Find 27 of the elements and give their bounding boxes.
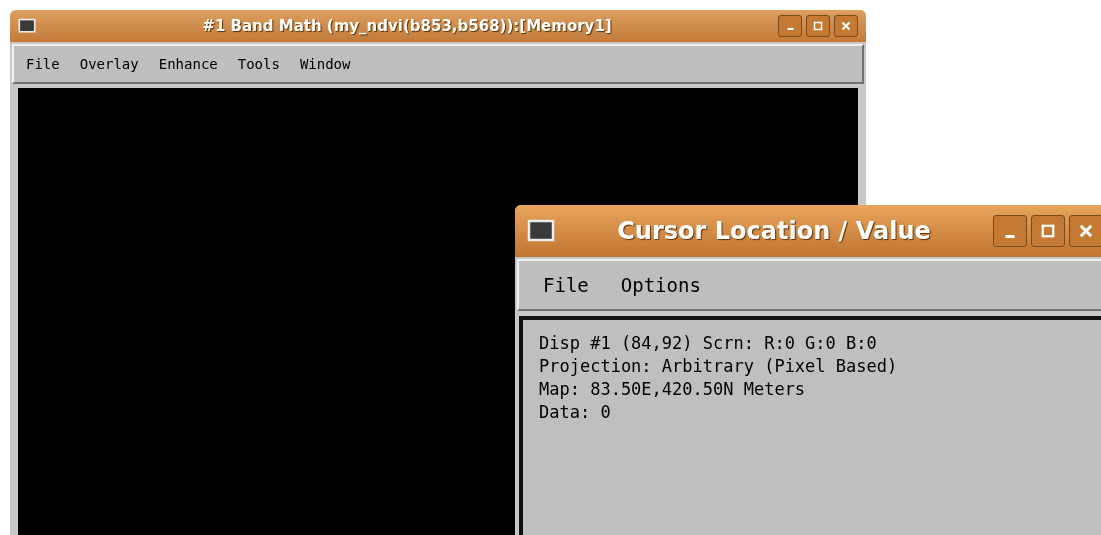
close-icon (1077, 222, 1095, 240)
text-line: Projection: Arbitrary (Pixel Based) (539, 355, 898, 378)
minimize-icon (786, 28, 794, 30)
maximize-button[interactable] (806, 15, 830, 37)
menu-item[interactable]: File (543, 270, 589, 300)
close-button[interactable] (1069, 215, 1101, 247)
minimize-button[interactable] (778, 15, 802, 37)
menu-item[interactable]: Window (299, 53, 351, 75)
maximize-icon (812, 20, 824, 32)
menu-item[interactable]: Options (620, 270, 701, 300)
menu-item[interactable]: File (26, 53, 60, 75)
minimize-icon (1005, 234, 1015, 238)
text-line: Map: 83.50E,420.50N Meters (539, 378, 806, 401)
window-title: Cursor Location / Value (617, 216, 931, 247)
menu-item[interactable]: Overlay (79, 53, 139, 75)
close-icon (840, 20, 852, 32)
menu-item[interactable]: Tools (237, 53, 280, 75)
window-menu-icon[interactable] (527, 219, 555, 243)
minimize-button[interactable] (993, 215, 1027, 247)
window-menu-icon[interactable] (18, 18, 36, 34)
close-button[interactable] (834, 15, 858, 37)
maximize-button[interactable] (1031, 215, 1065, 247)
window-title: #1 Band Math (my_ndvi(b853,b568)):[Memory1] (202, 15, 612, 37)
text-line: Data: 0 (539, 401, 611, 424)
menu-item[interactable]: Enhance (158, 53, 218, 75)
maximize-icon (1039, 222, 1057, 240)
text-line: Disp #1 (84,92) Scrn: R:0 G:0 B:0 (539, 332, 877, 355)
